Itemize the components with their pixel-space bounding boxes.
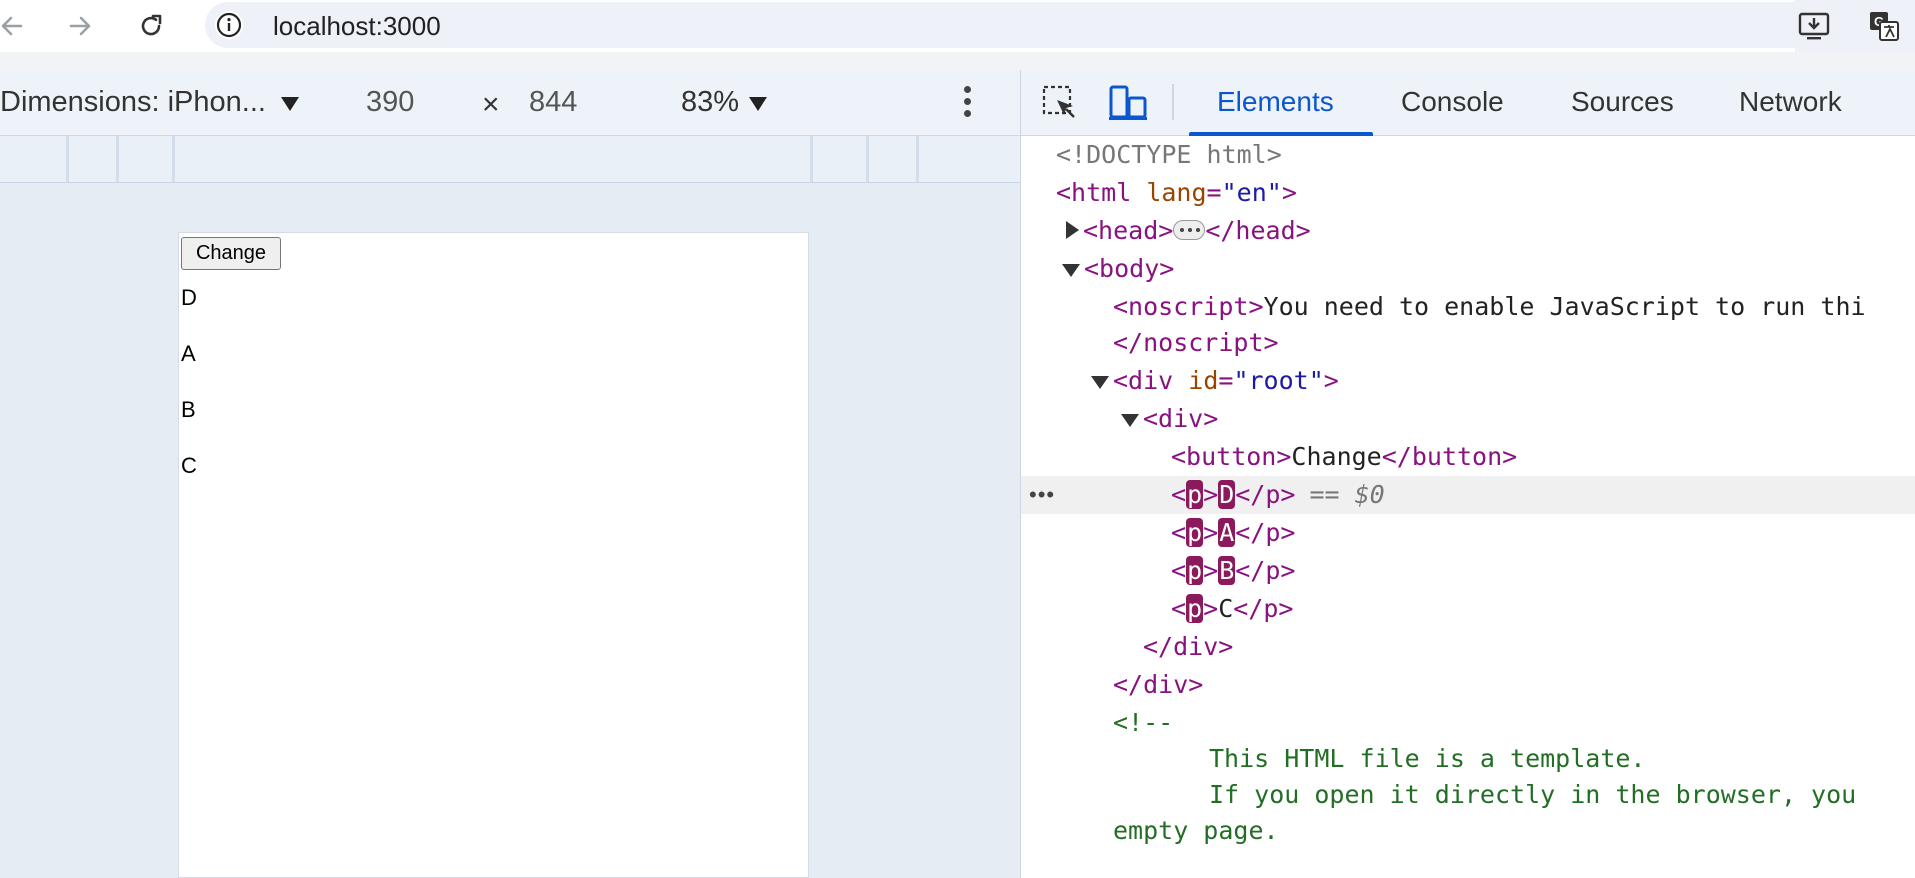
dom-node-div-close[interactable]: </div> (1021, 628, 1915, 666)
forward-arrow-icon[interactable] (62, 8, 98, 44)
toolbar-separator (1172, 84, 1174, 120)
browser-actions: G (1795, 0, 1915, 52)
dom-node-p[interactable]: <p>C</p> (1021, 590, 1915, 628)
dom-comment-text: If you open it directly in the browser, … (1209, 780, 1857, 809)
collapse-arrow-icon[interactable] (1062, 264, 1080, 277)
emulated-viewport: Change D A B C (178, 232, 809, 878)
dom-node-p[interactable]: <p>A</p> (1021, 514, 1915, 552)
width-input[interactable]: 390 (366, 86, 414, 119)
dom-node-div-root[interactable]: <div id="root"> (1021, 362, 1915, 400)
selected-node-marker: == $0 (1309, 480, 1385, 509)
tab-network[interactable]: Network (1739, 86, 1842, 118)
device-emulation-pane: Dimensions: iPhon... 390 × 844 83% Chang… (0, 70, 1020, 878)
change-button[interactable]: Change (181, 237, 281, 270)
dom-node-body[interactable]: <body> (1021, 250, 1915, 288)
dom-node-comment[interactable]: <!-- (1021, 704, 1915, 742)
dom-node-div[interactable]: <div> (1021, 400, 1915, 438)
toolbar-divider (0, 52, 1915, 70)
browser-toolbar: localhost:3000 G (0, 0, 1915, 52)
dom-node-html[interactable]: <html lang="en"> (1021, 174, 1915, 212)
more-options-icon[interactable] (958, 84, 976, 120)
list-item: D (181, 285, 197, 310)
device-toolbar: Dimensions: iPhon... 390 × 844 83% (0, 70, 1020, 136)
translate-icon[interactable]: G (1867, 10, 1901, 42)
dimensions-dropdown-icon[interactable] (281, 97, 299, 111)
collapsed-ellipsis-icon[interactable] (1173, 220, 1206, 240)
site-info-icon[interactable] (215, 11, 243, 39)
height-input[interactable]: 844 (529, 86, 577, 119)
dom-comment-text: empty page. (1113, 816, 1279, 845)
dom-node-p-selected[interactable]: ••• <p>D</p> == $0 (1021, 476, 1915, 514)
media-query-ruler[interactable] (0, 136, 1020, 183)
dom-node-noscript-close[interactable]: </noscript> (1021, 324, 1915, 362)
dom-node-div-root-close[interactable]: </div> (1021, 666, 1915, 704)
tab-sources[interactable]: Sources (1571, 86, 1674, 118)
dom-node-head[interactable]: <head> </head> (1021, 212, 1915, 250)
tab-console[interactable]: Console (1401, 86, 1504, 118)
expand-arrow-icon[interactable] (1066, 221, 1079, 239)
devtools-panel: Elements Console Sources Network <!DOCTY… (1020, 70, 1915, 878)
zoom-select[interactable]: 83% (681, 86, 739, 119)
address-bar[interactable]: localhost:3000 (205, 2, 1795, 48)
dom-node-doctype[interactable]: <!DOCTYPE html> (1021, 136, 1915, 174)
list-item: A (181, 341, 196, 366)
list-item: C (181, 453, 197, 478)
dom-comment-text: This HTML file is a template. (1209, 744, 1646, 773)
zoom-dropdown-icon[interactable] (749, 97, 767, 111)
collapse-arrow-icon[interactable] (1091, 376, 1109, 389)
node-actions-icon[interactable]: ••• (1029, 476, 1055, 514)
devtools-tabbar: Elements Console Sources Network (1021, 70, 1915, 136)
device-toggle-icon[interactable] (1107, 84, 1147, 122)
tab-elements[interactable]: Elements (1217, 86, 1334, 118)
list-item: B (181, 397, 196, 422)
dom-node-noscript[interactable]: <noscript>You need to enable JavaScript … (1021, 288, 1915, 326)
collapse-arrow-icon[interactable] (1121, 414, 1139, 427)
reload-icon[interactable] (133, 8, 169, 44)
install-app-icon[interactable] (1797, 10, 1831, 42)
swap-dimensions-icon[interactable]: × (482, 88, 500, 122)
dom-node-button[interactable]: <button>Change</button> (1021, 438, 1915, 476)
inspect-element-icon[interactable] (1041, 84, 1081, 122)
back-arrow-icon[interactable] (0, 8, 30, 44)
dom-tree: <!DOCTYPE html> <html lang="en"> <head> <… (1021, 136, 1915, 878)
dimensions-select[interactable]: Dimensions: iPhon... (0, 86, 266, 119)
url-text[interactable]: localhost:3000 (273, 12, 441, 40)
dom-node-p[interactable]: <p>B</p> (1021, 552, 1915, 590)
